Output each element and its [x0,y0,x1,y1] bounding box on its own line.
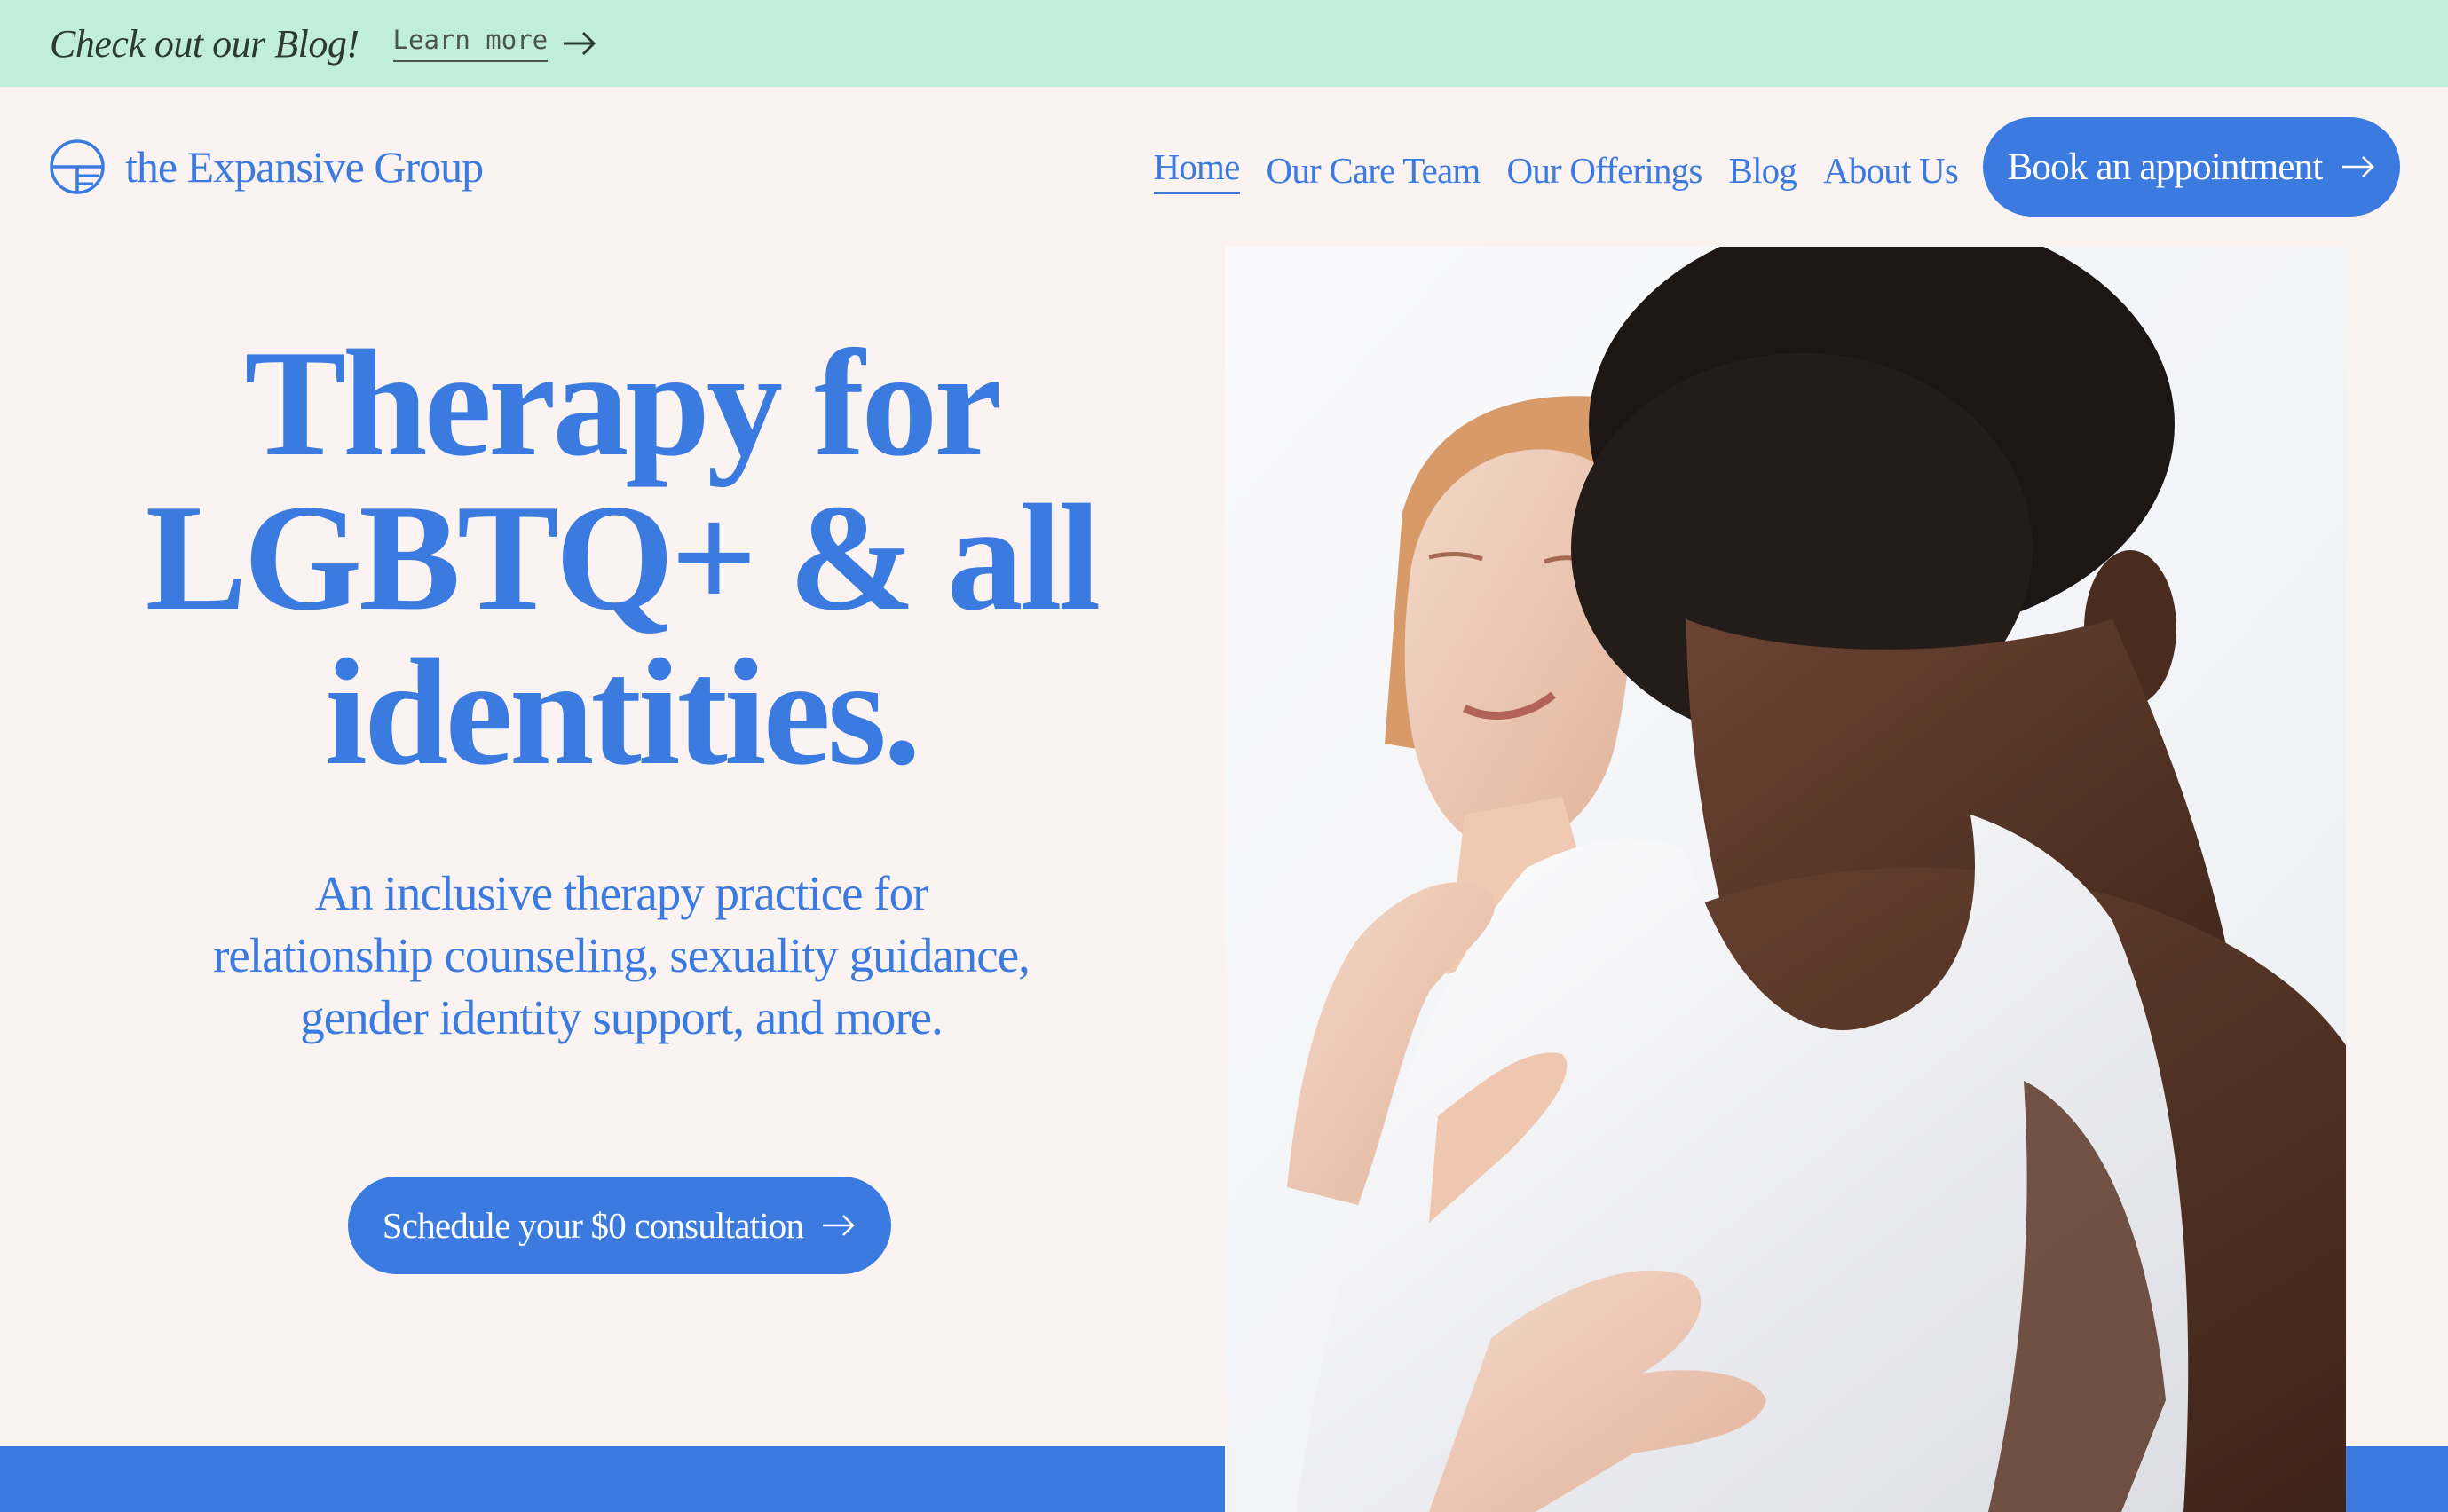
learn-more-link[interactable]: Learn more [392,25,598,62]
nav-item-blog[interactable]: Blog [1729,149,1797,192]
hero-subtitle: An inclusive therapy practice for relati… [213,866,1031,1044]
nav-item-about[interactable]: About Us [1823,149,1959,192]
brand-name: the Expansive Group [125,142,484,192]
nav-item-care-team[interactable]: Our Care Team [1267,149,1481,192]
site-header: the Expansive Group Home Our Care Team O… [0,87,2448,247]
arrow-right-icon [823,1215,855,1236]
hero-title-line: LGBTQ+ & all [145,474,1102,642]
schedule-consultation-button[interactable]: Schedule your $0 consultation [348,1177,891,1274]
announcement-text: Check out our Blog! [50,21,359,66]
announcement-bar: Check out our Blog! Learn more [0,0,2448,87]
hero-title-line: Therapy for [244,319,1001,488]
hero-title-line: identities. [325,628,921,797]
brand-logo[interactable]: the Expansive Group [49,138,484,195]
nav-item-home[interactable]: Home [1153,146,1240,194]
book-appointment-button[interactable]: Book an appointment [1983,117,2400,217]
book-appointment-label: Book an appointment [2007,146,2323,188]
nav-item-offerings[interactable]: Our Offerings [1507,149,1703,192]
arrow-right-icon [2341,156,2374,177]
hero-title: Therapy for LGBTQ+ & all identities. [89,327,1154,790]
arrow-right-icon [564,31,596,56]
hero-photo [1225,247,2346,1512]
logo-icon [50,139,105,194]
schedule-consultation-label: Schedule your $0 consultation [382,1205,804,1246]
learn-more-label: Learn more [392,25,549,62]
main-nav: Home Our Care Team Our Offerings Blog Ab… [1127,146,1959,194]
